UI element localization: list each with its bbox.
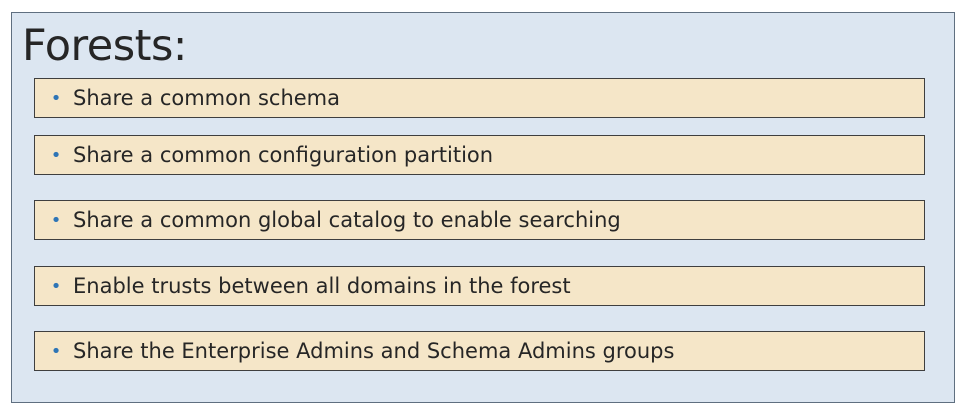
content-panel: Forests: • Share a common schema • Share… — [11, 12, 955, 403]
bullet-text: Share a common schema — [73, 86, 341, 110]
bullet-text: Share the Enterprise Admins and Schema A… — [73, 339, 675, 363]
bullet-item-trusts: • Enable trusts between all domains in t… — [34, 266, 925, 306]
bullet-icon: • — [50, 144, 62, 166]
bullet-icon: • — [50, 209, 62, 231]
bullet-item-common-schema: • Share a common schema — [34, 78, 925, 118]
bullet-icon: • — [50, 275, 62, 297]
bullet-item-global-catalog: • Share a common global catalog to enabl… — [34, 200, 925, 240]
bullet-text: Enable trusts between all domains in the… — [73, 274, 571, 298]
bullet-icon: • — [50, 87, 62, 109]
bullet-icon: • — [50, 340, 62, 362]
bullet-item-configuration-partition: • Share a common configuration partition — [34, 135, 925, 175]
bullet-item-admin-groups: • Share the Enterprise Admins and Schema… — [34, 331, 925, 371]
slide-title: Forests: — [22, 21, 187, 71]
bullet-text: Share a common configuration partition — [73, 143, 494, 167]
bullet-text: Share a common global catalog to enable … — [73, 208, 621, 232]
